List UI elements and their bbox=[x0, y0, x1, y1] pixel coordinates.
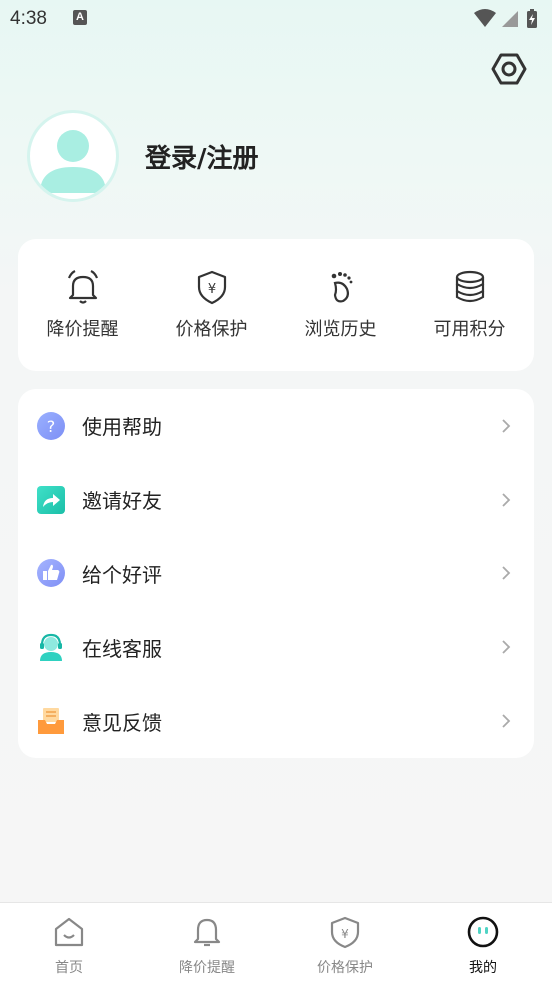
quick-action-label: 价格保护 bbox=[175, 319, 248, 340]
footprint-icon bbox=[331, 272, 352, 303]
menu-item-support[interactable]: 在线客服 bbox=[18, 610, 534, 684]
shield-yen-icon: ¥ bbox=[197, 270, 226, 305]
wifi-icon bbox=[474, 9, 496, 27]
svg-text:¥: ¥ bbox=[207, 282, 215, 297]
a-icon: A bbox=[73, 10, 87, 25]
quick-action-label: 可用积分 bbox=[433, 319, 506, 340]
quick-action-label: 降价提醒 bbox=[46, 319, 119, 340]
svg-text:¥: ¥ bbox=[341, 927, 349, 941]
tab-label: 首页 bbox=[55, 960, 83, 976]
signal-icon bbox=[502, 11, 518, 27]
bell-icon bbox=[193, 918, 221, 947]
thumbs-up-icon bbox=[37, 559, 65, 588]
menu-item-invite[interactable]: 邀请好友 bbox=[18, 463, 534, 537]
quick-action-points[interactable]: 可用积分 bbox=[405, 269, 534, 341]
settings-hexagon-icon bbox=[491, 53, 527, 85]
menu-item-feedback[interactable]: 意见反馈 bbox=[18, 684, 534, 758]
settings-button[interactable] bbox=[490, 50, 528, 88]
shield-yen-icon: ¥ bbox=[330, 916, 360, 949]
chevron-right-icon bbox=[502, 419, 511, 433]
bell-icon bbox=[67, 270, 98, 304]
tab-label: 降价提醒 bbox=[179, 960, 235, 976]
default-avatar-icon bbox=[40, 130, 106, 193]
feedback-icon bbox=[38, 708, 64, 735]
menu-item-label: 在线客服 bbox=[82, 636, 162, 661]
quick-action-price-alert[interactable]: 降价提醒 bbox=[18, 269, 147, 341]
tab-price-protect[interactable]: ¥ 价格保护 bbox=[276, 903, 414, 983]
menu-item-label: 给个好评 bbox=[82, 562, 162, 587]
tab-label: 我的 bbox=[469, 960, 497, 976]
status-icons bbox=[472, 8, 542, 30]
customer-service-icon bbox=[40, 634, 62, 662]
help-icon: ? bbox=[37, 411, 65, 440]
quick-actions-card: 降价提醒 ¥ 价格保护 浏览历史 可用积分 bbox=[18, 239, 534, 371]
tab-profile[interactable]: 我的 bbox=[414, 903, 552, 983]
battery-charging-icon bbox=[527, 9, 537, 28]
share-icon bbox=[37, 485, 65, 514]
menu-item-label: 使用帮助 bbox=[82, 415, 162, 440]
menu-card: ? 使用帮助 邀请好友 给个好评 在线客服 意见反馈 bbox=[18, 389, 534, 758]
profile-face-icon bbox=[467, 916, 499, 948]
chevron-right-icon bbox=[502, 714, 511, 728]
svg-text:?: ? bbox=[47, 417, 56, 436]
quick-action-label: 浏览历史 bbox=[304, 319, 377, 340]
tab-home[interactable]: 首页 bbox=[0, 903, 138, 983]
menu-item-help[interactable]: ? 使用帮助 bbox=[18, 389, 534, 463]
quick-action-price-protect[interactable]: ¥ 价格保护 bbox=[147, 269, 276, 341]
menu-item-label: 邀请好友 bbox=[82, 489, 162, 514]
tab-price-alert[interactable]: 降价提醒 bbox=[138, 903, 276, 983]
profile-header[interactable]: 登录/注册 bbox=[27, 110, 259, 202]
status-bar: 4:38 A bbox=[0, 0, 552, 38]
tab-label: 价格保护 bbox=[317, 960, 373, 976]
quick-action-history[interactable]: 浏览历史 bbox=[276, 269, 405, 341]
menu-item-rate[interactable]: 给个好评 bbox=[18, 537, 534, 611]
coins-stack-icon bbox=[455, 270, 484, 303]
status-time: 4:38 bbox=[10, 8, 47, 29]
bottom-tab-bar: 首页 降价提醒 ¥ 价格保护 我的 bbox=[0, 902, 552, 983]
login-register-link[interactable]: 登录/注册 bbox=[145, 138, 259, 175]
avatar[interactable] bbox=[27, 110, 119, 202]
home-icon bbox=[54, 917, 84, 947]
chevron-right-icon bbox=[502, 566, 511, 581]
menu-item-label: 意见反馈 bbox=[82, 710, 162, 735]
chevron-right-icon bbox=[502, 640, 511, 654]
chevron-right-icon bbox=[502, 493, 511, 507]
